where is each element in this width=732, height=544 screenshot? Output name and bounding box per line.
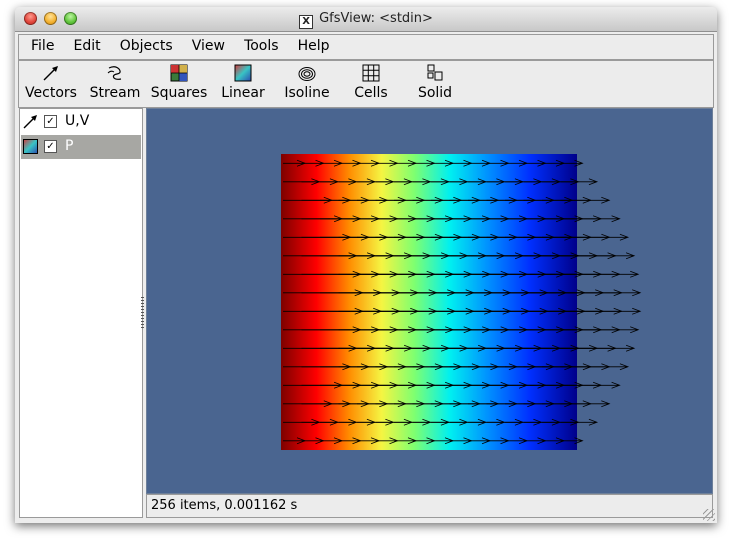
isoline-icon xyxy=(298,67,316,81)
solid-icon xyxy=(427,64,443,81)
vectors-icon xyxy=(23,115,37,129)
status-bar: 256 items, 0.001162 s xyxy=(146,494,713,518)
squares-icon xyxy=(170,64,188,82)
menu-help[interactable]: Help xyxy=(291,35,337,54)
visibility-checkbox[interactable]: ✓ xyxy=(44,140,57,153)
stream-label: Stream xyxy=(89,85,141,101)
x11-icon: X xyxy=(299,15,314,29)
stream-button[interactable]: Stream xyxy=(83,64,147,101)
isoline-button[interactable]: Isoline xyxy=(275,64,339,101)
cells-label: Cells xyxy=(354,85,388,101)
menu-edit[interactable]: Edit xyxy=(67,35,108,54)
menu-view[interactable]: View xyxy=(185,35,232,54)
visibility-checkbox[interactable]: ✓ xyxy=(44,115,57,128)
menu-file[interactable]: File xyxy=(19,35,61,54)
object-item-pressure[interactable]: ✓ P xyxy=(21,135,141,159)
window-title-group: X GfsView: <stdin> xyxy=(15,11,717,29)
pressure-field xyxy=(281,154,577,450)
squares-button[interactable]: Squares xyxy=(147,64,211,101)
linear-button[interactable]: Linear xyxy=(211,64,275,101)
isoline-label: Isoline xyxy=(284,85,330,101)
cells-button[interactable]: Cells xyxy=(339,64,403,101)
solid-button[interactable]: Solid xyxy=(403,64,467,101)
vectors-label: Vectors xyxy=(25,85,77,101)
pane-splitter[interactable] xyxy=(141,297,144,329)
gfsview-window: X GfsView: <stdin> File Edit Objects View… xyxy=(15,7,717,523)
window-title: GfsView: <stdin> xyxy=(319,11,433,26)
solid-label: Solid xyxy=(417,85,453,101)
menu-objects[interactable]: Objects xyxy=(113,35,180,54)
vectors-button[interactable]: Vectors xyxy=(19,64,83,101)
menu-bar: File Edit Objects View Tools Help xyxy=(18,34,714,60)
resize-grip[interactable] xyxy=(703,509,715,521)
squares-label: Squares xyxy=(150,85,208,101)
menu-tools[interactable]: Tools xyxy=(237,35,286,54)
toolbar: Vectors Stream Squares Linear Isoline Ce… xyxy=(18,60,714,108)
object-label: U,V xyxy=(65,113,90,129)
gl-viewport[interactable] xyxy=(146,108,713,494)
stream-icon xyxy=(107,66,122,80)
linear-label: Linear xyxy=(221,85,265,101)
vectors-icon xyxy=(43,66,58,81)
object-item-vectors[interactable]: ✓ U,V xyxy=(21,110,141,134)
linear-icon xyxy=(234,64,252,82)
flow-visualization xyxy=(281,154,642,450)
linear-icon xyxy=(23,139,38,154)
object-label: P xyxy=(65,138,74,154)
title-bar[interactable]: X GfsView: <stdin> xyxy=(15,7,717,32)
object-list: ✓ U,V ✓ P xyxy=(19,108,143,518)
cells-icon xyxy=(362,64,380,82)
